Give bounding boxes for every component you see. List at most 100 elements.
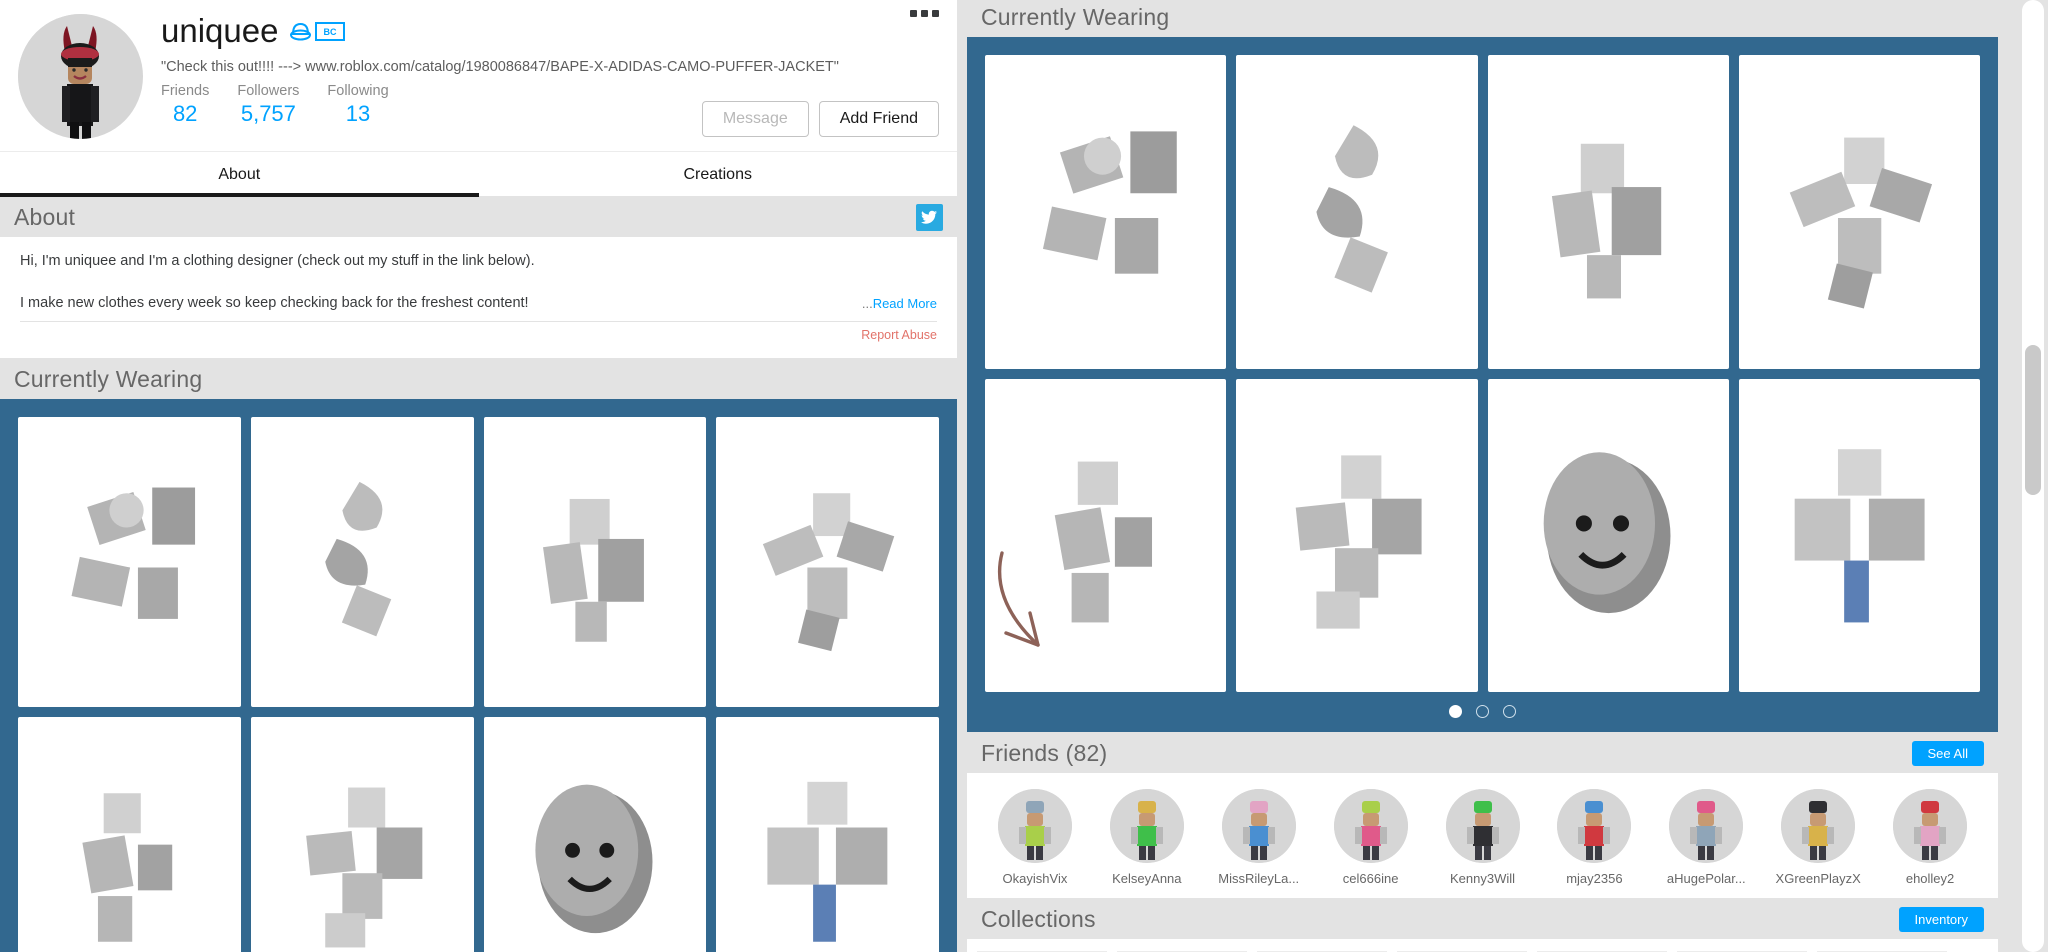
friend-avatar	[1221, 789, 1296, 864]
currently-wearing-title-right: Currently Wearing	[981, 4, 1170, 30]
pagination-dot[interactable]	[1503, 705, 1516, 719]
friend-avatar-image	[1781, 789, 1856, 864]
wearing-item[interactable]	[1487, 55, 1729, 369]
counter-followers[interactable]: Followers 5,757	[223, 83, 313, 127]
wearing-item-thumbnail	[1794, 448, 1925, 623]
friend-avatar	[1445, 789, 1520, 864]
bc-label-icon: BC	[315, 21, 346, 41]
counter-friends[interactable]: Friends 82	[161, 83, 223, 127]
friend-avatar	[1893, 789, 1968, 864]
about-title: About	[14, 204, 76, 230]
friend-name: XGreenPlayzX	[1775, 871, 1861, 887]
about-body: Hi, I'm uniquee and I'm a clothing desig…	[0, 237, 957, 358]
pagination-dot[interactable]	[1476, 705, 1489, 719]
wearing-item[interactable]	[985, 378, 1227, 693]
wearing-item-thumbnail	[325, 481, 392, 637]
wearing-items-grid-left	[18, 417, 939, 952]
wearing-item[interactable]	[1236, 55, 1478, 369]
friend-item[interactable]: KelseyAnna	[1091, 789, 1203, 886]
collections-body: BAPE X ADIDAS ...By uniqueeR$5BLACK CROP…	[967, 939, 1998, 952]
wearing-item[interactable]	[716, 716, 939, 952]
friend-item[interactable]: OkayishVix	[979, 789, 1091, 886]
about-paragraph-2: I make new clothes every week so keep ch…	[20, 295, 529, 311]
wearing-item-thumbnail	[542, 498, 644, 642]
wearing-item[interactable]	[250, 716, 474, 952]
friend-name: MissRileyLa...	[1218, 871, 1300, 887]
counter-followers-value: 5,757	[240, 100, 296, 126]
wearing-item[interactable]	[483, 716, 707, 952]
friend-item[interactable]: MissRileyLa...	[1203, 789, 1315, 886]
wearing-item[interactable]	[18, 417, 241, 707]
friend-name: aHugePolar...	[1666, 871, 1746, 887]
read-more-link[interactable]: ...Read More	[862, 296, 937, 311]
friend-item[interactable]: XGreenPlayzX	[1762, 789, 1874, 886]
friends-see-all-button-right[interactable]: See All	[1911, 741, 1984, 767]
currently-wearing-header-right: Currently Wearing	[967, 0, 2048, 37]
tab-creations[interactable]: Creations	[479, 152, 958, 196]
wearing-item[interactable]	[716, 417, 939, 707]
wearing-item[interactable]	[483, 417, 707, 707]
friend-name: OkayishVix	[1002, 871, 1068, 887]
friend-avatar-image	[1557, 789, 1632, 864]
friend-item[interactable]: mjay2356	[1538, 789, 1650, 886]
friends-body-right: OkayishVix KelseyAnna MissRileyLa... cel666…	[967, 773, 1998, 899]
friend-avatar-image	[1669, 789, 1744, 864]
counter-following-value: 13	[345, 100, 371, 126]
collections-header: Collections Inventory	[967, 898, 2048, 940]
avatar[interactable]	[18, 14, 143, 139]
friend-name: mjay2356	[1566, 871, 1623, 887]
friend-item[interactable]: eholley2	[1874, 789, 1986, 886]
counter-following-label: Following	[327, 82, 389, 99]
wearing-item-thumbnail	[1295, 455, 1422, 629]
friend-item[interactable]: cel666ine	[1315, 789, 1427, 886]
left-scroll-pane: uniquee BC "Check this out!!!! ---> www.…	[0, 0, 957, 952]
wearing-item[interactable]	[1236, 378, 1478, 693]
wearing-item[interactable]	[1738, 55, 1980, 369]
status-text: "Check this out!!!! ---> www.roblox.com/…	[161, 58, 839, 75]
friend-avatar-image	[1445, 789, 1520, 864]
friends-list-right: OkayishVix KelseyAnna MissRileyLa... cel666…	[979, 789, 1986, 886]
wearing-item-thumbnail	[1789, 137, 1932, 309]
inventory-button[interactable]: Inventory	[1898, 907, 1984, 933]
friends-title-right: Friends (82)	[981, 740, 1108, 767]
wearing-item-thumbnail	[71, 487, 196, 619]
friend-item[interactable]: aHugePolar...	[1650, 789, 1762, 886]
right-pane-content: Currently Wearing 3D	[967, 0, 2048, 952]
currently-wearing-title-left: Currently Wearing	[14, 366, 203, 392]
friend-item[interactable]: Kenny3Will	[1427, 789, 1539, 886]
read-more-label: Read More	[872, 296, 937, 311]
twitter-bird-icon	[921, 210, 937, 224]
wearing-item[interactable]	[1738, 378, 1980, 693]
friend-avatar	[1781, 789, 1856, 864]
wearing-item[interactable]	[18, 716, 241, 952]
wearing-item[interactable]	[250, 417, 474, 707]
wearing-pagination-right	[985, 692, 1980, 724]
wearing-item-thumbnail	[534, 784, 652, 933]
svg-text:BC: BC	[324, 27, 337, 37]
profile-actions: Message Add Friend	[701, 101, 939, 137]
counter-friends-label: Friends	[161, 82, 210, 99]
about-header: About	[0, 196, 957, 237]
twitter-icon[interactable]	[916, 204, 943, 231]
friend-avatar-image	[1109, 789, 1184, 864]
wearing-item-thumbnail	[1054, 461, 1153, 623]
about-divider	[20, 321, 937, 322]
friend-name: eholley2	[1905, 871, 1955, 887]
friend-avatar	[997, 789, 1072, 864]
profile-tabs: About Creations	[0, 151, 958, 197]
right-pane-scrollbar[interactable]	[2022, 0, 2044, 952]
friend-avatar	[1557, 789, 1632, 864]
wearing-item[interactable]	[985, 55, 1227, 369]
builders-club-badge[interactable]: BC	[288, 19, 346, 44]
add-friend-button[interactable]: Add Friend	[818, 101, 939, 137]
message-button[interactable]: Message	[701, 101, 809, 137]
profile-header-card: uniquee BC "Check this out!!!! ---> www.…	[0, 0, 957, 151]
wearing-item-thumbnail	[767, 781, 888, 942]
report-abuse-link[interactable]: Report Abuse	[20, 328, 937, 350]
right-pane-scrollbar-thumb[interactable]	[2025, 345, 2041, 495]
pagination-dot[interactable]	[1449, 705, 1462, 719]
wearing-item[interactable]	[1487, 378, 1729, 693]
counter-following[interactable]: Following 13	[313, 83, 402, 127]
tab-about[interactable]: About	[0, 152, 479, 197]
profile-page: uniquee BC "Check this out!!!! ---> www.…	[0, 0, 2048, 952]
